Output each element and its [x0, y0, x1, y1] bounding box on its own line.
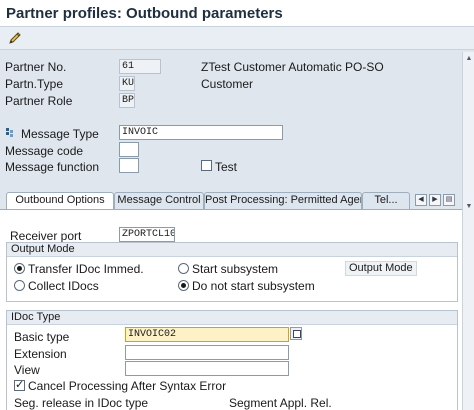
idoc-type-title: IDoc Type: [7, 311, 457, 325]
partner-type-label: Partn.Type: [5, 77, 64, 91]
view-field[interactable]: [125, 361, 289, 376]
start-subsystem-label: Start subsystem: [192, 262, 279, 276]
outbound-options-panel: Receiver port ZPORTCL100 Output Mode Tra…: [0, 209, 462, 410]
basic-type-field[interactable]: INVOIC02: [125, 327, 289, 342]
tab-message-control[interactable]: Message Control: [114, 192, 204, 209]
page-title: Partner profiles: Outbound parameters: [6, 5, 283, 22]
partner-role-field[interactable]: BP: [119, 93, 135, 108]
message-code-label: Message code: [5, 144, 84, 158]
partner-type-description: Customer: [201, 77, 254, 91]
partner-role-label: Partner Role: [5, 94, 73, 108]
message-type-label: Message Type: [21, 127, 99, 141]
message-code-field[interactable]: [119, 142, 139, 157]
receiver-port-field[interactable]: ZPORTCL100: [119, 227, 175, 242]
message-type-field[interactable]: INVOIC: [119, 125, 283, 140]
output-mode-box-label: Output Mode: [345, 261, 417, 276]
receiver-port-label: Receiver port: [10, 229, 82, 243]
output-mode-title: Output Mode: [7, 243, 457, 257]
start-subsystem-radio[interactable]: [178, 263, 189, 274]
basic-type-label: Basic type: [14, 330, 70, 344]
extension-field[interactable]: [125, 345, 289, 360]
scroll-up-icon[interactable]: ▲: [464, 54, 474, 64]
transfer-idoc-immed-label: Transfer IDoc Immed.: [28, 262, 144, 276]
scroll-down-icon[interactable]: ▼: [464, 202, 474, 212]
tab-strip: Outbound Options Message Control Post Pr…: [0, 192, 462, 210]
partner-no-label: Partner No.: [5, 60, 67, 74]
do-not-start-subsystem-radio[interactable]: [178, 280, 189, 291]
tab-post-processing[interactable]: Post Processing: Permitted Agent: [204, 192, 362, 209]
test-checkbox[interactable]: [201, 160, 212, 171]
partner-no-field[interactable]: 61: [119, 59, 161, 74]
collect-idocs-label: Collect IDocs: [28, 279, 99, 293]
do-not-start-subsystem-label: Do not start subsystem: [192, 279, 315, 293]
cancel-processing-checkbox[interactable]: ✓: [14, 379, 25, 391]
collect-idocs-radio[interactable]: [14, 280, 25, 291]
output-mode-group: Output Mode Transfer IDoc Immed. Collect…: [6, 242, 458, 302]
vertical-scrollbar[interactable]: ▲ ▼: [462, 52, 474, 410]
view-label: View: [14, 363, 40, 377]
extension-label: Extension: [14, 347, 67, 361]
cancel-processing-label: Cancel Processing After Syntax Error: [28, 379, 227, 393]
partner-type-field[interactable]: KU: [119, 76, 135, 91]
message-function-label: Message function: [5, 160, 100, 174]
tab-scroll-right-icon[interactable]: ▶: [429, 194, 441, 206]
title-bar: Partner profiles: Outbound parameters: [0, 0, 474, 27]
partner-no-description: ZTest Customer Automatic PO-SO: [201, 60, 384, 74]
pencil-icon[interactable]: [7, 30, 23, 46]
basic-type-browse-icon[interactable]: [290, 327, 302, 340]
tab-outbound-options[interactable]: Outbound Options: [6, 192, 114, 210]
message-type-icon: [6, 128, 13, 137]
transfer-idoc-immed-radio[interactable]: [14, 263, 25, 274]
segment-appl-rel-label: Segment Appl. Rel.: [229, 396, 332, 410]
application-toolbar: [0, 27, 474, 50]
message-function-field[interactable]: [119, 158, 139, 173]
tab-list-icon[interactable]: ▤: [443, 194, 455, 206]
tab-scroll-left-icon[interactable]: ◀: [415, 194, 427, 206]
tab-telephony[interactable]: Tel...: [362, 192, 410, 209]
test-label: Test: [215, 160, 238, 174]
seg-release-label: Seg. release in IDoc type: [14, 396, 149, 410]
idoc-type-group: IDoc Type Basic type INVOIC02 Extension …: [6, 310, 458, 410]
